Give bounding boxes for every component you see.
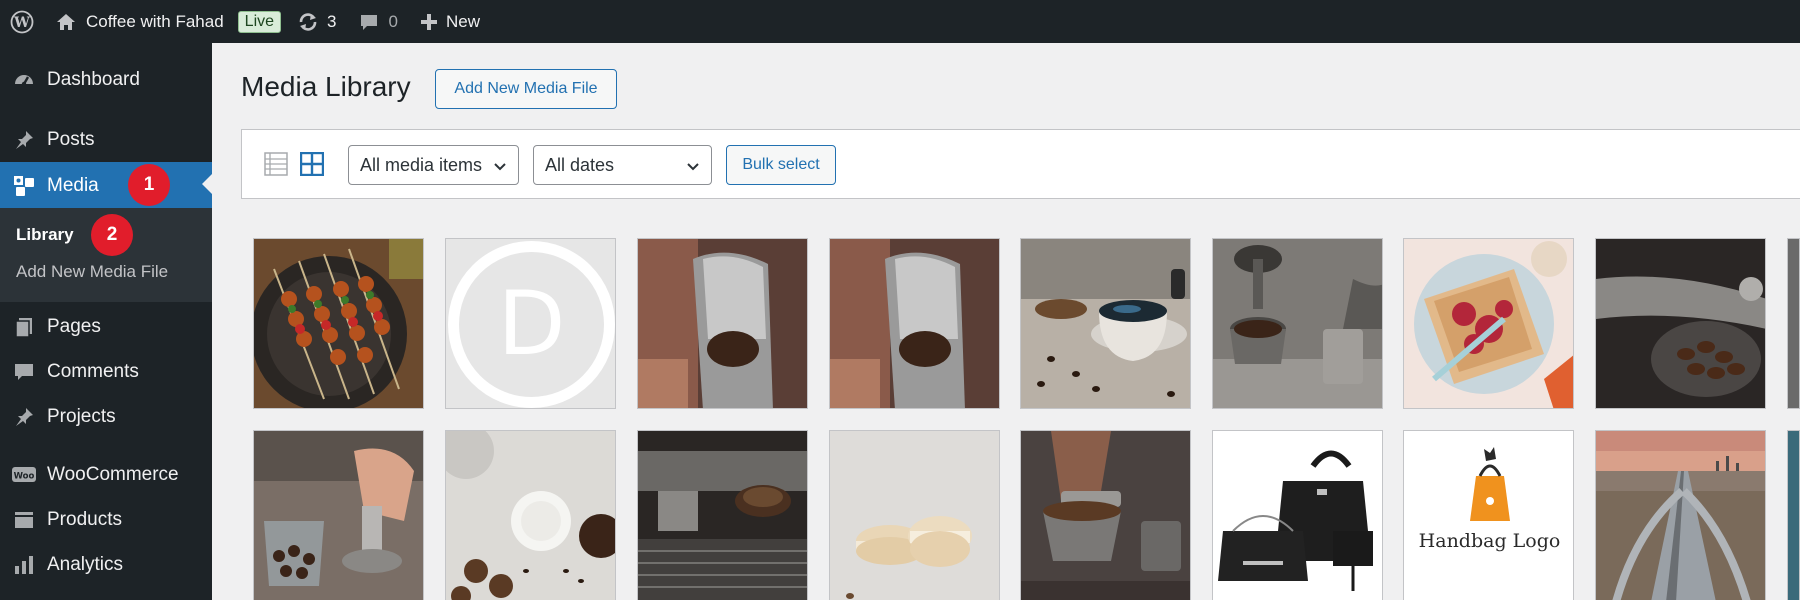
sidebar-item-products[interactable]: Products xyxy=(0,498,212,542)
sidebar-label-media: Media xyxy=(47,174,99,196)
comments-link[interactable]: 0 xyxy=(337,0,398,43)
media-item-grinder[interactable] xyxy=(1595,238,1766,409)
svg-text:W: W xyxy=(13,15,30,31)
woocommerce-icon: Woo xyxy=(0,465,47,485)
media-item-handbag-set[interactable] xyxy=(1212,430,1383,600)
media-item-highway[interactable] xyxy=(1595,430,1766,600)
sidebar-label-products: Products xyxy=(47,509,122,530)
page-title: Media Library xyxy=(241,71,411,102)
media-type-filter-value: All media items xyxy=(360,154,483,175)
home-icon xyxy=(57,13,75,30)
media-item-barista[interactable] xyxy=(1020,430,1191,600)
date-filter[interactable]: All dates xyxy=(533,145,712,185)
media-item-coffee-tamping[interactable] xyxy=(253,430,424,600)
sidebar-item-pages[interactable]: Pages xyxy=(0,305,212,349)
sidebar-label-pages: Pages xyxy=(47,316,101,337)
sidebar-label-dashboard: Dashboard xyxy=(47,69,140,90)
media-item-partial[interactable] xyxy=(1787,238,1800,409)
sidebar-label-posts: Posts xyxy=(47,129,95,150)
bar-chart-icon xyxy=(0,554,47,576)
media-item-cups-cookies[interactable] xyxy=(445,430,616,600)
sidebar-item-comments[interactable]: Comments xyxy=(0,350,212,394)
bulk-select-button[interactable]: Bulk select xyxy=(726,145,836,185)
media-item-partial[interactable] xyxy=(1787,430,1800,600)
media-item-espresso-machine[interactable] xyxy=(637,430,808,600)
sidebar-item-posts[interactable]: Posts xyxy=(0,118,212,162)
chevron-down-icon xyxy=(687,163,699,171)
pin-icon xyxy=(0,406,47,428)
live-badge: Live xyxy=(237,10,282,33)
updates-count: 3 xyxy=(327,11,337,31)
pages-icon xyxy=(0,316,47,338)
sidebar-item-analytics[interactable]: Analytics xyxy=(0,543,212,587)
sidebar-item-woocommerce[interactable]: Woo WooCommerce xyxy=(0,453,212,497)
chevron-down-icon xyxy=(494,163,506,171)
active-indicator xyxy=(202,174,212,194)
media-icon xyxy=(0,174,47,198)
woo-icon-text: Woo xyxy=(13,472,34,482)
media-item-coffee-pouch-2[interactable] xyxy=(829,238,1000,409)
products-icon xyxy=(0,509,47,531)
dashboard-icon xyxy=(0,69,47,91)
sidebar-item-dashboard[interactable]: Dashboard xyxy=(0,58,212,102)
step-badge-2: 2 xyxy=(91,214,133,256)
media-item-portafilter[interactable] xyxy=(1212,238,1383,409)
comment-icon xyxy=(360,14,377,30)
updates-icon xyxy=(299,12,317,31)
plus-icon xyxy=(420,13,437,30)
media-item-espresso-cup[interactable] xyxy=(1020,238,1191,409)
submenu-item-add-new-media[interactable]: Add New Media File xyxy=(16,262,168,282)
sidebar-label-woocommerce: WooCommerce xyxy=(47,464,179,485)
media-item-divi-logo[interactable]: D xyxy=(445,238,616,409)
comments-count: 0 xyxy=(388,11,398,31)
media-item-kebab[interactable] xyxy=(253,238,424,409)
admin-sidebar: Dashboard Posts Media 1 Library Add New … xyxy=(0,43,212,600)
site-name-link[interactable]: Coffee with Fahad Live xyxy=(44,0,282,43)
media-type-filter[interactable]: All media items xyxy=(348,145,519,185)
submenu-item-library[interactable]: Library xyxy=(16,225,74,245)
grid-view-icon[interactable] xyxy=(299,151,325,181)
media-toolbar: All media items All dates Bulk select xyxy=(241,129,1800,199)
comments-icon xyxy=(0,361,47,383)
pin-icon xyxy=(0,129,47,151)
list-view-icon[interactable] xyxy=(264,152,288,181)
add-new-media-button[interactable]: Add New Media File xyxy=(435,69,617,109)
new-label: New xyxy=(445,11,480,31)
updates-link[interactable]: 3 xyxy=(281,0,337,43)
divi-logo-letter: D xyxy=(498,272,566,375)
new-content-link[interactable]: New xyxy=(398,0,480,43)
media-item-handbag-logo[interactable]: Handbag Logo xyxy=(1403,430,1574,600)
handbag-logo-text: Handbag Logo xyxy=(1419,530,1561,552)
media-item-toast-jam[interactable] xyxy=(1403,238,1574,409)
date-filter-value: All dates xyxy=(545,154,615,175)
sidebar-item-media[interactable]: Media xyxy=(0,162,212,209)
media-item-coffee-pouch-1[interactable] xyxy=(637,238,808,409)
wordpress-logo-icon[interactable]: W xyxy=(0,0,44,43)
media-item-macarons[interactable] xyxy=(829,430,1000,600)
sidebar-label-projects: Projects xyxy=(47,406,116,427)
admin-bar: W Coffee with Fahad Live 3 0 New xyxy=(0,0,1800,43)
step-badge-1: 1 xyxy=(128,164,170,206)
sidebar-label-comments: Comments xyxy=(47,361,139,382)
sidebar-label-analytics: Analytics xyxy=(47,554,124,575)
site-name: Coffee with Fahad xyxy=(86,11,224,31)
sidebar-item-projects[interactable]: Projects xyxy=(0,395,212,439)
